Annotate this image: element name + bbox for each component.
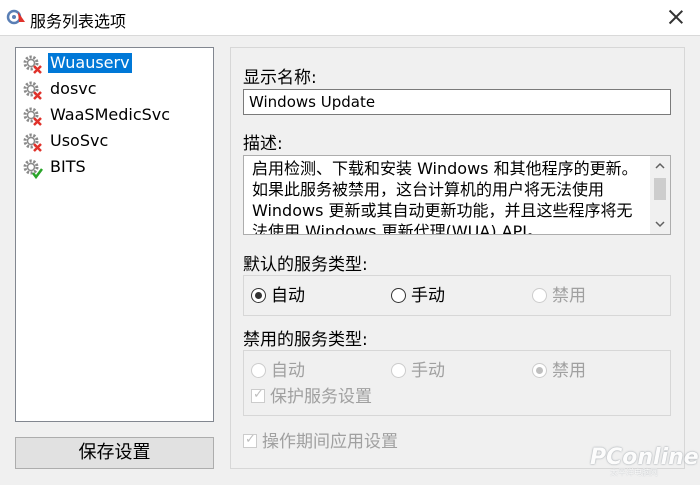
radio-unchecked-icon — [532, 288, 547, 303]
description-scrollbar[interactable] — [650, 156, 670, 234]
checkbox-box: ✓ — [251, 387, 265, 403]
gear-red-x-icon — [23, 133, 42, 152]
gear-red-x-icon — [23, 107, 42, 126]
disabled-type-group: 自动 手动 禁用 ✓ 保护服务设置 — [243, 350, 671, 416]
display-name-label: 显示名称: — [243, 68, 317, 88]
description-box[interactable]: 启用检测、下载和安装 Windows 和其他程序的更新。如果此服务被禁用，这台计… — [243, 155, 671, 235]
radio-label: 手动 — [411, 361, 445, 381]
radio-label: 自动 — [271, 361, 305, 381]
service-name: BITS — [50, 157, 86, 176]
service-name: Wuauserv — [48, 53, 132, 73]
gear-red-x-icon — [23, 55, 42, 74]
gear-red-x-icon — [23, 81, 42, 100]
save-settings-button[interactable]: 保存设置 — [15, 437, 214, 469]
description-text: 启用检测、下载和安装 Windows 和其他程序的更新。如果此服务被禁用，这台计… — [252, 159, 638, 235]
display-name-field[interactable]: Windows Update — [243, 89, 671, 115]
radio-unchecked-icon — [391, 288, 406, 303]
apply-during-operation-label: 操作期间应用设置 — [262, 432, 398, 452]
radio-unchecked-icon — [391, 363, 406, 378]
protect-settings-label: 保护服务设置 — [270, 387, 372, 407]
radio-label: 手动 — [411, 286, 445, 306]
disabled-type-label: 禁用的服务类型: — [243, 330, 368, 350]
radio-checked-icon — [251, 288, 266, 303]
checkmark-icon: ✓ — [253, 387, 264, 402]
title-bar: 服务列表选项 — [0, 0, 700, 36]
scroll-down-icon[interactable] — [650, 214, 670, 234]
service-name: UsoSvc — [50, 131, 109, 150]
radio-label: 自动 — [271, 286, 305, 306]
app-icon — [6, 9, 25, 25]
description-label: 描述: — [243, 134, 283, 154]
watermark-logo: PConline 太平洋电脑网 — [590, 445, 699, 477]
default-type-label: 默认的服务类型: — [243, 255, 368, 275]
watermark-sub: 太平洋电脑网 — [610, 468, 658, 477]
radio-label: 禁用 — [552, 361, 586, 381]
scroll-thumb[interactable] — [654, 178, 666, 200]
window-title: 服务列表选项 — [30, 12, 127, 31]
radio-checked-icon — [532, 363, 547, 378]
close-icon[interactable] — [664, 6, 688, 28]
radio-unchecked-icon — [251, 363, 266, 378]
service-name: dosvc — [50, 79, 97, 98]
radio-label: 禁用 — [552, 286, 586, 306]
gear-green-check-icon — [23, 159, 43, 180]
checkbox-box: ✓ — [243, 432, 257, 448]
scroll-up-icon[interactable] — [650, 156, 670, 176]
service-list[interactable]: Wuauserv dosvc WaaSMedicSvc UsoSvc BITS — [15, 47, 214, 422]
service-name: WaaSMedicSvc — [50, 105, 171, 124]
checkmark-icon: ✓ — [245, 432, 256, 447]
default-type-group: 自动 手动 禁用 — [243, 275, 671, 316]
